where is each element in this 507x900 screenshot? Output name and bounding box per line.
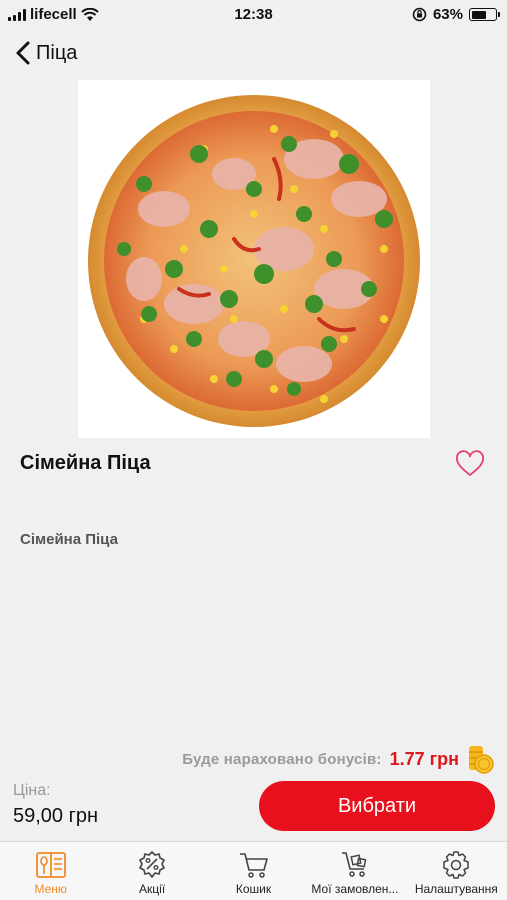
- orientation-lock-icon: [412, 7, 427, 22]
- bonus-label: Буде нараховано бонусів:: [182, 750, 382, 768]
- coins-icon: [469, 746, 494, 774]
- percent-badge-icon: [139, 851, 165, 878]
- battery-percent: 63%: [432, 6, 463, 23]
- bonus-value: 1.77 грн: [389, 748, 459, 769]
- pizza-photo: [88, 95, 420, 427]
- product-title: Сімейна Піца: [20, 452, 151, 474]
- tab-cart[interactable]: Кошик: [203, 842, 304, 900]
- menu-book-icon: [35, 852, 66, 878]
- page-title: Піца: [36, 41, 78, 64]
- gear-icon: [443, 851, 470, 879]
- price-label: Ціна:: [13, 782, 51, 799]
- tab-label: Налаштування: [414, 882, 498, 896]
- orders-cart-icon: [341, 852, 367, 877]
- product-description: Сімейна Піца: [20, 531, 118, 548]
- tab-bar: Меню Акції Кошик Мої замовлен... Налашту…: [0, 841, 507, 900]
- product-image: [78, 80, 430, 438]
- battery-fill: [471, 10, 486, 19]
- tab-menu[interactable]: Меню: [0, 842, 101, 900]
- status-right: 63%: [412, 6, 500, 23]
- chevron-left-icon: [16, 41, 30, 65]
- favorite-button[interactable]: [455, 450, 485, 478]
- tab-label: Акції: [139, 882, 166, 896]
- choose-button[interactable]: Вибрати: [259, 781, 495, 831]
- tab-label: Меню: [34, 882, 67, 896]
- heart-outline-icon: [456, 450, 484, 476]
- cart-icon: [239, 853, 268, 878]
- bonus-info: Буде нараховано бонусів: 1.77 грн: [182, 744, 495, 774]
- tab-label: Мої замовлен...: [311, 882, 399, 896]
- tab-label: Кошик: [235, 882, 272, 896]
- battery-icon: [469, 8, 500, 21]
- price-value: 59,00 грн: [13, 805, 99, 827]
- back-button[interactable]: Піца: [14, 36, 77, 70]
- tab-my-orders[interactable]: Мої замовлен...: [304, 842, 405, 900]
- tab-settings[interactable]: Налаштування: [406, 842, 507, 900]
- status-bar: lifecell 12:38 63%: [0, 0, 507, 30]
- tab-promotions[interactable]: Акції: [101, 842, 202, 900]
